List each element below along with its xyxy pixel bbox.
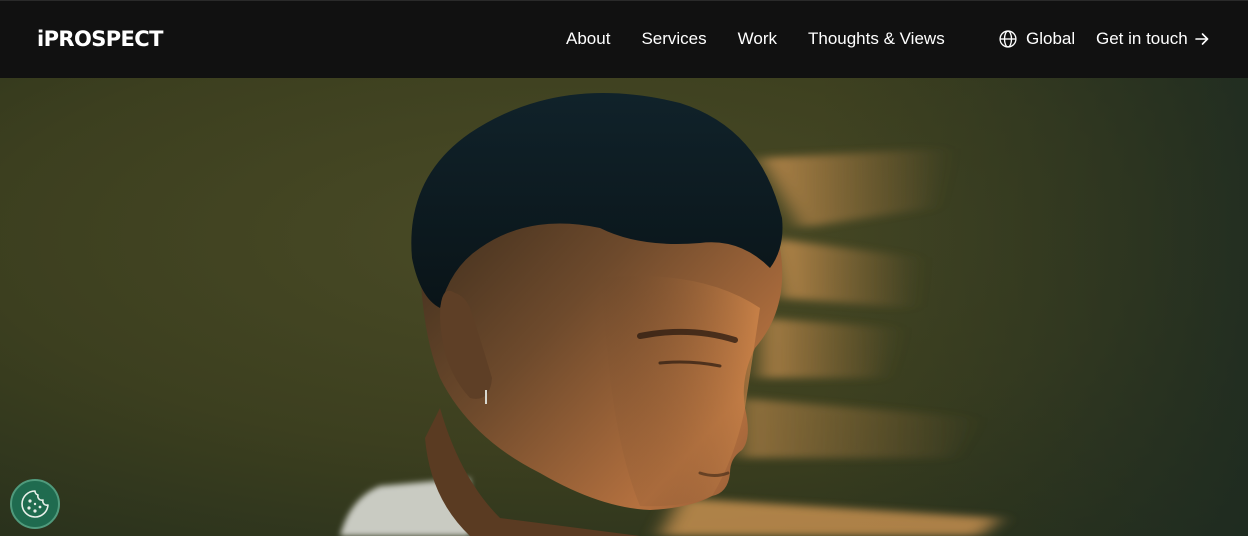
region-selector[interactable]: Global <box>998 28 1075 50</box>
main-nav: About Services Work Thoughts & Views <box>566 28 945 50</box>
cookie-settings-button[interactable] <box>10 479 60 529</box>
nav-link-work[interactable]: Work <box>738 28 777 50</box>
brand-logo[interactable]: iPROSPECT <box>37 27 163 51</box>
nav-link-services[interactable]: Services <box>641 28 706 50</box>
hero-portrait-image <box>0 78 1248 536</box>
arrow-right-icon <box>1194 33 1208 45</box>
get-in-touch-label: Get in touch <box>1096 29 1188 48</box>
globe-icon <box>999 30 1017 48</box>
page: iPROSPECT About Services Work Thoughts &… <box>0 0 1248 536</box>
hero-section <box>0 78 1248 536</box>
cookie-icon <box>21 490 49 518</box>
nav-link-about[interactable]: About <box>566 28 610 50</box>
nav-link-thoughts-views[interactable]: Thoughts & Views <box>808 28 945 50</box>
site-header: iPROSPECT About Services Work Thoughts &… <box>0 0 1248 78</box>
region-label: Global <box>1026 29 1076 48</box>
get-in-touch-link[interactable]: Get in touch <box>1096 28 1210 50</box>
